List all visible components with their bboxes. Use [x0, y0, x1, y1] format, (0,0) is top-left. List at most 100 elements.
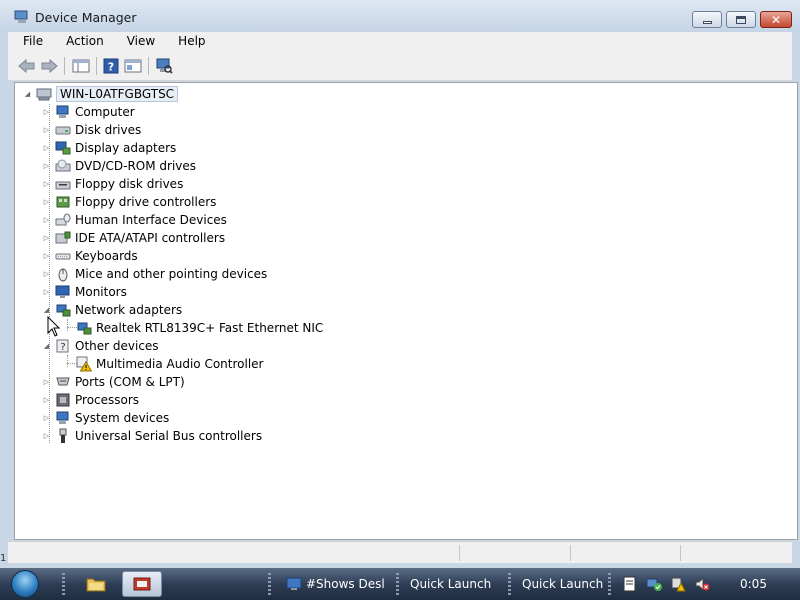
expand-icon[interactable]: ▷ — [42, 216, 51, 225]
windows-logo-icon — [11, 570, 39, 598]
collapse-icon[interactable]: ◢ — [42, 342, 51, 351]
volume-muted-icon[interactable] — [694, 576, 710, 592]
expand-icon[interactable]: ▷ — [42, 252, 51, 261]
tree-label: System devices — [75, 411, 170, 425]
expand-icon[interactable]: ▷ — [42, 432, 51, 441]
minimize-button[interactable] — [692, 11, 722, 28]
properties-view-icon — [72, 59, 90, 73]
tree-node-disk-drives[interactable]: ▷ Disk drives — [42, 121, 141, 139]
tree-label: Display adapters — [75, 141, 177, 155]
processor-icon — [56, 393, 70, 407]
tree-label: Other devices — [75, 339, 159, 353]
scan-hardware-button[interactable] — [153, 55, 175, 77]
tree-label: Monitors — [75, 285, 127, 299]
left-edge-text: 1 — [0, 553, 7, 564]
svg-text:?: ? — [60, 342, 65, 353]
tree-label: Universal Serial Bus controllers — [75, 429, 263, 443]
network-card-icon — [77, 322, 92, 335]
menu-help[interactable]: Help — [163, 32, 213, 51]
expand-icon[interactable]: ▷ — [42, 414, 51, 423]
expand-icon[interactable]: ▷ — [42, 198, 51, 207]
collapse-icon[interactable]: ◢ — [42, 306, 51, 315]
title-bar[interactable]: Device Manager ✕ — [0, 0, 800, 32]
flag-warning-icon[interactable] — [670, 576, 686, 592]
task-quick-launch-2[interactable]: Quick Launch — [522, 572, 603, 596]
tree-label: DVD/CD-ROM drives — [75, 159, 197, 173]
tree-node-floppy-disk-drives[interactable]: ▷ Floppy disk drives — [42, 175, 184, 193]
tree-node-processors[interactable]: ▷ Processors — [42, 391, 139, 409]
tree-node-monitors[interactable]: ▷ Monitors — [42, 283, 127, 301]
tree-node-keyboards[interactable]: ▷ Keyboards — [42, 247, 138, 265]
root-computer-name: WIN-L0ATFGBGTSC — [56, 86, 179, 102]
expand-icon[interactable]: ▷ — [42, 234, 51, 243]
system-clock[interactable]: 0:05 — [740, 577, 767, 591]
tree-label: Floppy drive controllers — [75, 195, 217, 209]
tree-node-multimedia-audio-controller[interactable]: Multimedia Audio Controller — [76, 355, 263, 373]
tree-label: Floppy disk drives — [75, 177, 184, 191]
maximize-button[interactable] — [726, 11, 756, 28]
close-button[interactable]: ✕ — [760, 11, 792, 28]
expand-icon[interactable]: ▷ — [42, 162, 51, 171]
forward-button[interactable] — [38, 55, 60, 77]
tree-node-realtek-nic[interactable]: Realtek RTL8139C+ Fast Ethernet NIC — [76, 319, 323, 337]
tree-node-display-adapters[interactable]: ▷ Display adapters — [42, 139, 176, 157]
tree-node-usb-controllers[interactable]: ▷ Universal Serial Bus controllers — [42, 427, 262, 445]
device-manager-icon — [14, 10, 28, 23]
system-device-icon — [56, 411, 69, 424]
ide-controller-icon — [55, 231, 71, 244]
expand-icon[interactable]: ▷ — [42, 396, 51, 405]
mouse-icon — [58, 268, 68, 282]
expand-icon[interactable]: ▷ — [42, 378, 51, 387]
close-icon: ✕ — [770, 12, 782, 27]
task-quick-launch-1[interactable]: Quick Launch — [410, 572, 491, 596]
menu-action[interactable]: Action — [51, 32, 112, 51]
menu-view[interactable]: View — [112, 32, 163, 51]
tree-label: Mice and other pointing devices — [75, 267, 268, 281]
device-manager-task[interactable] — [122, 571, 162, 597]
tree-label: Keyboards — [75, 249, 138, 263]
properties-view-button[interactable] — [70, 55, 92, 77]
action-center-icon[interactable] — [622, 576, 638, 592]
device-tree[interactable]: ◢ WIN-L0ATFGBGTSC ▷ Computer ▷ Disk driv… — [14, 82, 798, 540]
back-button[interactable] — [16, 55, 38, 77]
tree-node-network-adapters[interactable]: ◢ Network adapters — [42, 301, 182, 319]
taskbar: #Shows Desl Quick Launch Quick Launch 0:… — [0, 568, 800, 600]
task-shows-desktop[interactable]: #Shows Desl — [286, 572, 385, 596]
device-manager-task-icon — [133, 577, 151, 591]
help-icon: ? — [103, 58, 119, 74]
tree-node-human-interface-devices[interactable]: ▷ Human Interface Devices — [42, 211, 227, 229]
expand-icon[interactable]: ▷ — [42, 108, 51, 117]
expand-icon[interactable]: ▷ — [42, 288, 51, 297]
tree-node-dvd-cd-rom[interactable]: ▷ DVD/CD-ROM drives — [42, 157, 196, 175]
tree-root[interactable]: ◢ WIN-L0ATFGBGTSC — [23, 85, 179, 103]
show-hide-console-tree-button[interactable] — [122, 55, 144, 77]
expand-icon[interactable]: ▷ — [42, 126, 51, 135]
status-bar — [8, 541, 792, 563]
start-button[interactable] — [5, 569, 45, 599]
tree-label: Multimedia Audio Controller — [96, 357, 264, 371]
forward-arrow-icon — [41, 58, 58, 74]
tree-label: Realtek RTL8139C+ Fast Ethernet NIC — [96, 321, 324, 335]
tree-node-ports[interactable]: ▷ Ports (COM & LPT) — [42, 373, 185, 391]
display-adapter-icon — [55, 141, 71, 155]
expand-icon[interactable]: ▷ — [42, 180, 51, 189]
tree-node-ide-controllers[interactable]: ▷ IDE ATA/ATAPI controllers — [42, 229, 225, 247]
tree-node-system-devices[interactable]: ▷ System devices — [42, 409, 169, 427]
task-label: Quick Launch — [522, 577, 604, 591]
expand-icon[interactable]: ▷ — [42, 270, 51, 279]
menu-file[interactable]: File — [8, 32, 51, 51]
tree-node-mice[interactable]: ▷ Mice and other pointing devices — [42, 265, 267, 283]
tree-label: IDE ATA/ATAPI controllers — [75, 231, 226, 245]
tree-node-floppy-drive-controllers[interactable]: ▷ Floppy drive controllers — [42, 193, 217, 211]
show-hide-console-tree-icon — [124, 59, 142, 73]
monitor-icon — [55, 285, 70, 298]
help-button[interactable]: ? — [100, 55, 122, 77]
computer-icon — [56, 105, 69, 118]
mouse-cursor-icon — [47, 316, 61, 337]
expand-icon[interactable]: ▷ — [42, 144, 51, 153]
tree-node-computer[interactable]: ▷ Computer — [42, 103, 135, 121]
network-icon[interactable] — [646, 576, 662, 592]
collapse-icon[interactable]: ◢ — [23, 90, 32, 99]
explorer-quick-launch[interactable] — [76, 571, 116, 597]
tree-node-other-devices[interactable]: ◢ ? Other devices — [42, 337, 159, 355]
